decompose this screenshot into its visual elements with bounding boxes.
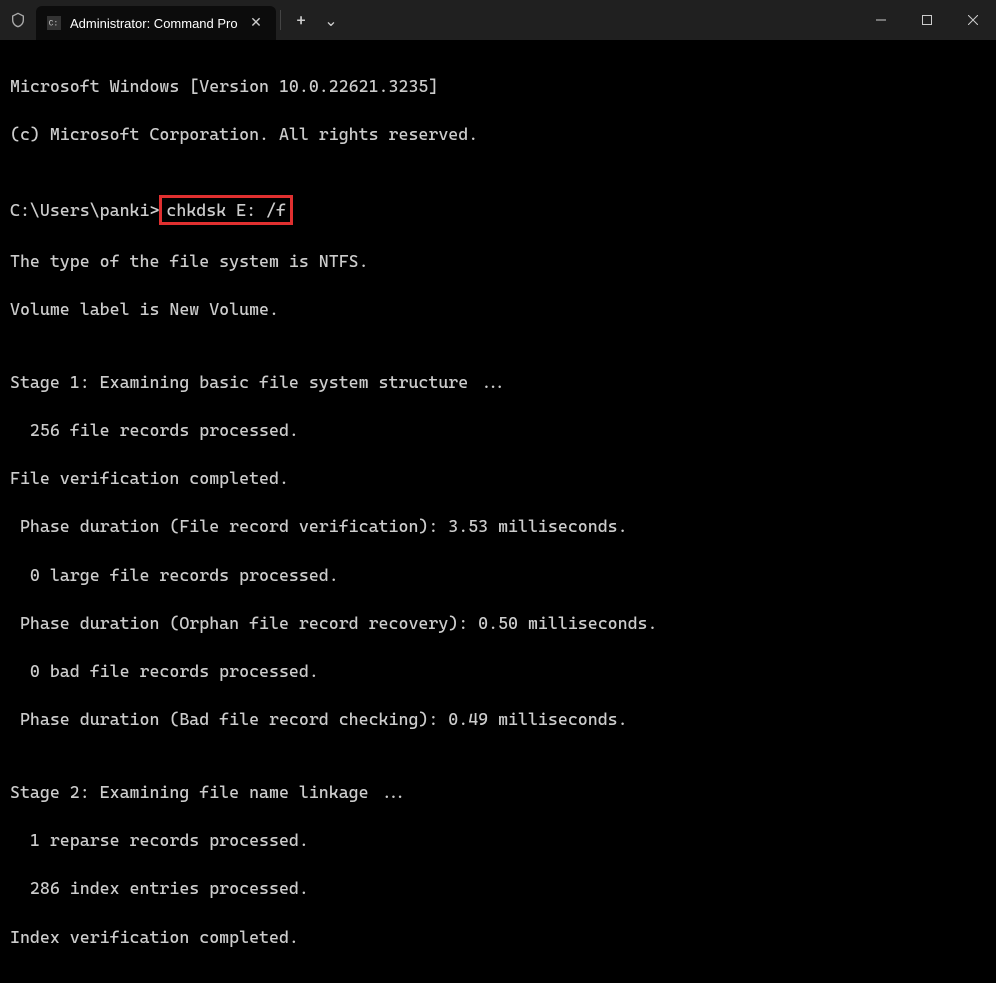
output-line: The type of the file system is NTFS. [10, 249, 986, 273]
window-controls [858, 0, 996, 40]
svg-text:C:: C: [49, 20, 58, 29]
output-line: Phase duration (Bad file record checking… [10, 707, 986, 731]
output-line: Stage 1: Examining basic file system str… [10, 370, 986, 394]
output-line: Index verification completed. [10, 925, 986, 949]
output-line: 0 bad file records processed. [10, 659, 986, 683]
new-tab-button[interactable]: + [285, 4, 317, 36]
cmd-icon: C: [46, 15, 62, 31]
maximize-button[interactable] [904, 0, 950, 40]
output-line: Volume label is New Volume. [10, 297, 986, 321]
command-highlight: chkdsk E: /f [159, 195, 293, 225]
titlebar: C: Administrator: Command Pro ✕ + ⌄ [0, 0, 996, 40]
output-line: 286 index entries processed. [10, 876, 986, 900]
output-line: 0 large file records processed. [10, 563, 986, 587]
output-line: Phase duration (File record verification… [10, 514, 986, 538]
minimize-button[interactable] [858, 0, 904, 40]
command-text: chkdsk E: /f [166, 200, 286, 220]
output-line: 1 reparse records processed. [10, 828, 986, 852]
output-line: (c) Microsoft Corporation. All rights re… [10, 122, 986, 146]
divider [280, 10, 281, 30]
output-line: Phase duration (Orphan file record recov… [10, 611, 986, 635]
tab-active[interactable]: C: Administrator: Command Pro ✕ [36, 6, 276, 40]
output-line: Microsoft Windows [Version 10.0.22621.32… [10, 74, 986, 98]
prompt-text: C:\Users\panki> [10, 198, 159, 222]
terminal-output[interactable]: Microsoft Windows [Version 10.0.22621.32… [0, 40, 996, 983]
tab-title: Administrator: Command Pro [70, 16, 238, 31]
prompt-line: C:\Users\panki> chkdsk E: /f [10, 195, 986, 225]
titlebar-left: C: Administrator: Command Pro ✕ + ⌄ [0, 0, 345, 40]
shield-icon [0, 12, 36, 28]
output-line: 256 file records processed. [10, 418, 986, 442]
tab-close-button[interactable]: ✕ [246, 13, 266, 33]
tab-dropdown-button[interactable]: ⌄ [317, 4, 345, 36]
output-line: Stage 2: Examining file name linkage ... [10, 780, 986, 804]
close-window-button[interactable] [950, 0, 996, 40]
output-line: File verification completed. [10, 466, 986, 490]
